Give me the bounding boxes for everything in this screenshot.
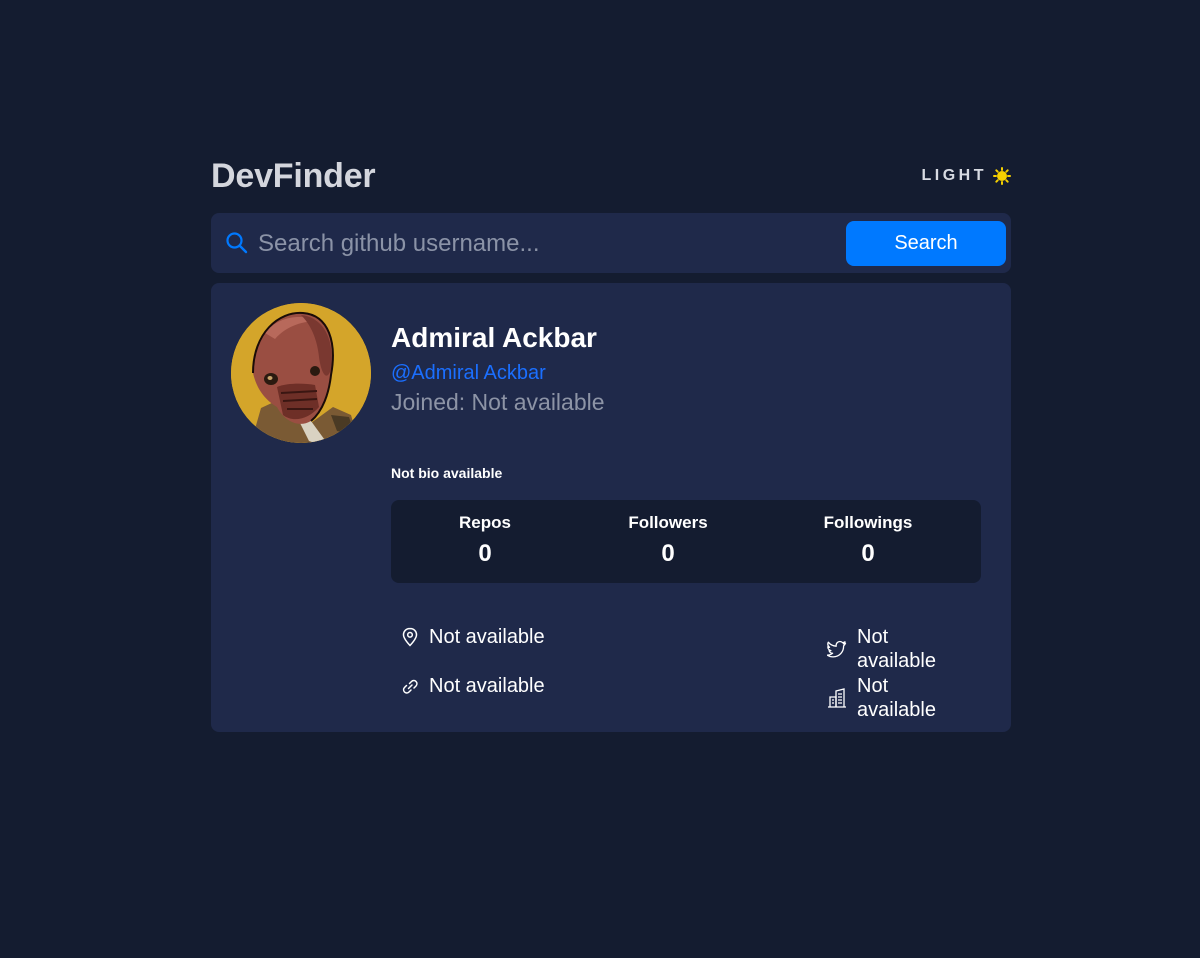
twitter-icon — [826, 639, 847, 659]
stats-panel: Repos 0 Followers 0 Followings 0 — [391, 500, 981, 583]
link-icon — [401, 676, 419, 696]
stat-label: Followings — [823, 513, 913, 532]
stat-label: Followers — [628, 513, 708, 532]
stat-value: 0 — [861, 540, 875, 567]
search-icon — [225, 231, 249, 255]
company-item: Not available — [827, 674, 971, 722]
sun-icon — [993, 167, 1011, 185]
location-item: Not available — [401, 625, 545, 649]
profile-joined-date: Joined: Not available — [391, 389, 605, 415]
profile-name: Admiral Ackbar — [391, 322, 597, 353]
twitter-text: Not available — [857, 626, 936, 672]
website-item[interactable]: Not available — [401, 674, 545, 698]
stat-followings: Followings 0 — [808, 513, 928, 566]
stat-followers: Followers 0 — [608, 513, 728, 566]
profile-links: Not available Not available Not availabl… — [391, 623, 971, 721]
theme-toggle[interactable]: LIGHT — [921, 167, 1011, 185]
app-logo: DevFinder — [211, 156, 376, 195]
avatar — [231, 303, 371, 443]
building-icon — [827, 688, 847, 708]
header: DevFinder LIGHT — [211, 152, 1011, 200]
profile-info: Admiral Ackbar @Admiral Ackbar Joined: N… — [391, 321, 605, 416]
theme-toggle-label: LIGHT — [921, 167, 987, 184]
profile-card: Admiral Ackbar @Admiral Ackbar Joined: N… — [211, 283, 1011, 732]
app-container: DevFinder LIGHT Search github username..… — [211, 152, 1011, 732]
location-text: Not available — [429, 626, 545, 648]
profile-bio: Not bio available — [391, 465, 503, 481]
stat-repos: Repos 0 — [425, 513, 545, 566]
search-button[interactable]: Search — [846, 221, 1006, 266]
twitter-item[interactable]: Not available — [826, 625, 971, 673]
stat-value: 0 — [478, 540, 492, 567]
profile-login-link[interactable]: @Admiral Ackbar — [391, 361, 605, 385]
website-text: Not available — [429, 675, 545, 697]
stat-label: Repos — [459, 513, 511, 532]
search-bar: Search — [211, 213, 1011, 273]
stat-value: 0 — [661, 540, 675, 567]
location-pin-icon — [401, 627, 419, 647]
company-text: Not available — [857, 675, 936, 721]
search-input[interactable] — [256, 225, 840, 263]
